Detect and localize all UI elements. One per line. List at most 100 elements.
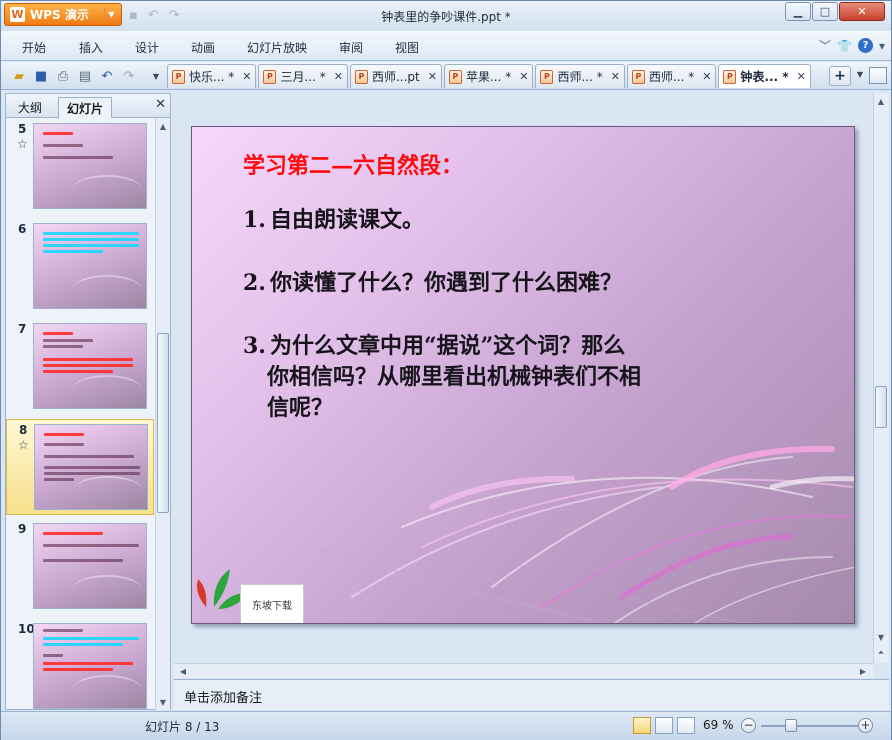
doc-tab[interactable]: P 三月... * ✕ xyxy=(258,64,348,88)
doc-tab-label: 西师... * xyxy=(557,70,603,84)
zoom-slider-knob[interactable] xyxy=(785,719,797,732)
close-tab-icon[interactable]: ✕ xyxy=(334,70,343,83)
watermark-tag: 东坡下载 xyxy=(240,584,304,623)
slide-sorter-icon[interactable] xyxy=(655,717,673,734)
new-tab-button[interactable]: + xyxy=(829,66,851,86)
animation-star-icon: ☆ xyxy=(18,438,29,452)
slide-thumbnail[interactable] xyxy=(33,523,147,609)
doc-tab-active[interactable]: P 钟表... * ✕ xyxy=(718,64,811,88)
menu-view[interactable]: 视图 xyxy=(395,39,419,56)
slide-horizontal-scrollbar[interactable]: ◀ ▶ xyxy=(174,663,873,678)
menu-home[interactable]: 开始 xyxy=(22,39,46,56)
menu-slideshow[interactable]: 幻灯片放映 xyxy=(247,39,307,56)
print-icon[interactable]: ⎙ xyxy=(54,67,72,85)
doc-tab-label: 西师... * xyxy=(648,70,695,84)
prev-slide-icon[interactable]: ⏶ xyxy=(874,646,888,660)
close-panel-icon[interactable]: ✕ xyxy=(155,97,166,112)
close-button[interactable]: ✕ xyxy=(839,2,885,21)
slide-thumbnail-row[interactable]: 7 xyxy=(6,319,154,415)
doc-tab-label: 钟表... * xyxy=(740,70,789,84)
point-number: 2. xyxy=(243,270,266,296)
tab-slides[interactable]: 幻灯片 xyxy=(58,97,113,118)
scroll-up-icon[interactable]: ▲ xyxy=(874,94,888,108)
scroll-right-icon[interactable]: ▶ xyxy=(856,664,870,678)
close-tab-icon[interactable]: ✕ xyxy=(428,70,437,83)
slide-title[interactable]: 学习第二—六自然段： xyxy=(243,148,463,180)
menu-bar: 开始 插入 设计 动画 幻灯片放映 审阅 视图 ﹀ 👕 ? ▾ xyxy=(1,31,891,61)
watermark-tag-label: 东坡下载 xyxy=(252,600,292,612)
scroll-down-icon[interactable]: ▼ xyxy=(156,695,170,709)
zoom-out-button[interactable]: − xyxy=(741,718,756,733)
menu-animation[interactable]: 动画 xyxy=(191,39,215,56)
close-tab-icon[interactable]: ✕ xyxy=(797,70,806,83)
undo-icon[interactable]: ↶ xyxy=(98,67,116,85)
panel-scrollbar[interactable]: ▲ ▼ xyxy=(155,118,170,710)
skin-shirt-icon[interactable]: 👕 xyxy=(837,39,852,53)
ppt-file-icon: P xyxy=(172,69,185,84)
zoom-in-button[interactable]: + xyxy=(858,718,873,733)
save-icon[interactable]: ■ xyxy=(32,67,50,85)
doc-tab[interactable]: P 西师... * ✕ xyxy=(626,64,717,88)
wps-presentation-window: W WPS 演示 ▼ ▪ ↶ ↷ 钟表里的争吵课件.ppt * ▁ □ ✕ 开始… xyxy=(0,0,892,740)
redo-icon[interactable]: ↷ xyxy=(120,67,138,85)
tab-list-chevron-icon[interactable]: ▼ xyxy=(857,70,863,79)
slide-thumbnail-row-selected[interactable]: 8 ☆ xyxy=(6,419,154,515)
slide-thumbnail[interactable] xyxy=(33,623,147,709)
slide-point-2[interactable]: 2. 你读懂了什么？你遇到了什么困难？ xyxy=(243,268,622,299)
ribbon-collapse-icon[interactable]: ﹀ xyxy=(819,37,831,54)
scroll-up-icon[interactable]: ▲ xyxy=(156,119,170,133)
current-slide[interactable]: 学习第二—六自然段： 1. 自由朗读课文。 2. 你读懂了什么？你遇到了什么困难？ … xyxy=(191,126,855,624)
doc-tab[interactable]: P 苹果... * ✕ xyxy=(443,64,534,88)
doc-tab-label: 苹果... * xyxy=(465,70,512,84)
slide-thumbnail-row[interactable]: 6 xyxy=(6,219,154,315)
window-switch-icon[interactable] xyxy=(869,67,887,84)
close-tab-icon[interactable]: ✕ xyxy=(702,70,711,83)
menu-insert[interactable]: 插入 xyxy=(79,39,103,56)
help-icon[interactable]: ? xyxy=(857,38,873,53)
slide-vertical-scrollbar[interactable]: ▲ ▼ ⏶ xyxy=(873,93,889,663)
close-tab-icon[interactable]: ✕ xyxy=(519,70,528,83)
panel-tabs: 大纲 幻灯片 ✕ xyxy=(6,94,170,118)
minimize-button[interactable]: ▁ xyxy=(785,2,811,21)
slide-number: 6 xyxy=(18,222,27,236)
maximize-button[interactable]: □ xyxy=(812,2,838,21)
slide-thumbnail[interactable] xyxy=(33,223,147,309)
slideshow-play-icon[interactable] xyxy=(677,717,695,734)
slide-thumbnail-row[interactable]: 10 xyxy=(6,619,154,709)
document-tabs: P 快乐... * ✕ P 三月... * ✕ P 西师...pt ✕ P 苹果... * ✕ … xyxy=(167,64,811,88)
slide-thumbnail[interactable] xyxy=(33,323,147,409)
menu-right-tools: ﹀ 👕 ? ▾ xyxy=(819,37,885,54)
scroll-down-icon[interactable]: ▼ xyxy=(874,630,888,644)
doc-tab[interactable]: P 西师... * ✕ xyxy=(535,64,625,88)
slide-number: 8 xyxy=(19,423,28,437)
normal-view-icon[interactable] xyxy=(633,717,651,734)
slide-thumbnail-row[interactable]: 9 xyxy=(6,519,154,615)
notes-pane[interactable]: 单击添加备注 xyxy=(174,679,889,710)
menu-review[interactable]: 审阅 xyxy=(339,39,363,56)
menu-design[interactable]: 设计 xyxy=(135,39,159,56)
doc-tab-label: 三月... * xyxy=(280,70,326,84)
open-folder-icon[interactable]: ▰ xyxy=(10,67,28,85)
ppt-file-icon: P xyxy=(448,69,462,84)
scroll-thumb[interactable] xyxy=(157,333,169,513)
scroll-left-icon[interactable]: ◀ xyxy=(176,664,190,678)
close-tab-icon[interactable]: ✕ xyxy=(242,70,251,83)
close-tab-icon[interactable]: ✕ xyxy=(611,70,620,83)
tab-outline[interactable]: 大纲 xyxy=(10,97,50,118)
slide-thumbnail-row[interactable]: 5 ☆ xyxy=(6,119,154,215)
scroll-thumb[interactable] xyxy=(875,386,887,428)
point-text-continued: 你相信吗？从哪里看出机械钟表们不相 xyxy=(267,364,642,390)
doc-tab[interactable]: P 西师...pt ✕ xyxy=(349,64,442,88)
slide-point-1[interactable]: 1. 自由朗读课文。 xyxy=(243,205,424,236)
zoom-level: 69 % xyxy=(703,718,734,732)
slide-thumbnail[interactable] xyxy=(33,123,147,209)
doc-tab[interactable]: P 快乐... * ✕ xyxy=(167,64,257,88)
ppt-file-icon: P xyxy=(263,69,277,84)
slide-point-3[interactable]: 3. 为什么文章中用“据说”这个词？那么 你相信吗？从哪里看出机械钟表们不相 信呢… xyxy=(243,331,641,424)
notes-placeholder[interactable]: 单击添加备注 xyxy=(184,687,262,706)
slide-thumbnail-current[interactable] xyxy=(34,424,148,510)
zoom-slider-track[interactable] xyxy=(761,725,859,727)
toolbar-more-icon[interactable]: ▼ xyxy=(147,67,165,85)
print-preview-icon[interactable]: ▤ xyxy=(76,67,94,85)
help-chevron-icon[interactable]: ▾ xyxy=(879,39,885,53)
